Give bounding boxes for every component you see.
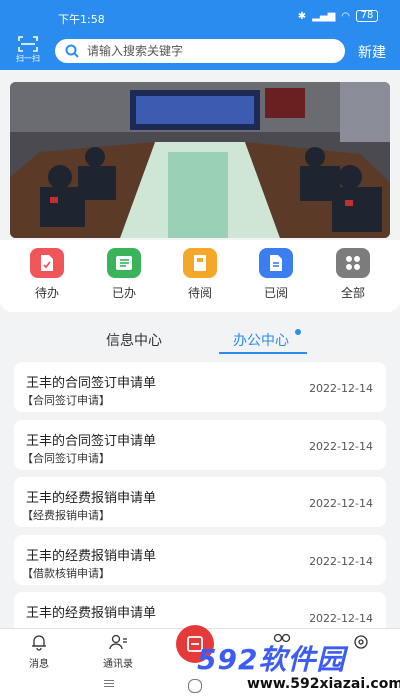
quick-item-done[interactable]: 已办 — [94, 248, 154, 301]
quick-access-bar: 待办 已办 待阅 已阅 全部 — [0, 240, 400, 312]
battery-icon: 78 — [356, 10, 378, 22]
contacts-icon — [109, 634, 127, 650]
quick-label: 待办 — [34, 286, 59, 300]
search-icon — [65, 44, 79, 58]
center-tabs: 信息中心 办公中心 — [0, 320, 400, 354]
todo-doc-icon — [30, 248, 64, 278]
item-date: 2022-12-14 — [309, 382, 373, 395]
nav-label: 通讯录 — [103, 659, 133, 670]
nav-label: 消息 — [29, 659, 49, 670]
quick-label: 已阅 — [263, 286, 288, 300]
banner-photo[interactable] — [10, 82, 390, 238]
quick-item-all[interactable]: 全部 — [323, 248, 383, 301]
watermark-url: www.592xiazai.com — [247, 676, 400, 692]
item-date: 2022-12-14 — [309, 497, 373, 510]
item-title: 王丰的合同签订申请单 — [26, 434, 157, 449]
app-header: 扫一扫 新建 — [0, 34, 400, 70]
quick-item-to-read[interactable]: 待阅 — [170, 248, 230, 301]
meeting-photo-image — [10, 82, 390, 238]
list-item[interactable]: 王丰的经费报销申请单 【经费报销申请】 2022-12-14 — [14, 477, 386, 527]
quick-label: 待阅 — [187, 286, 212, 300]
read-doc-icon — [259, 248, 293, 278]
bell-icon — [32, 635, 46, 651]
list-item[interactable]: 王丰的合同签订申请单 【合同签订申请】 2022-12-14 — [14, 362, 386, 412]
new-button[interactable]: 新建 — [358, 42, 386, 62]
grid-all-icon — [336, 248, 370, 278]
item-date: 2022-12-14 — [309, 555, 373, 568]
scan-icon — [18, 36, 38, 52]
item-title: 王丰的经费报销申请单 — [26, 606, 157, 621]
item-type: 【合同签订申请】 — [22, 452, 110, 465]
quick-item-read[interactable]: 已阅 — [246, 248, 306, 301]
item-type: 【经费报销申请】 — [22, 509, 110, 522]
signal-icon: ▂▄▆ — [312, 10, 336, 22]
item-title: 王丰的合同签订申请单 — [26, 376, 157, 391]
item-type: 【合同签订申请】 — [22, 394, 110, 407]
nav-contacts[interactable]: 通讯录 — [88, 633, 148, 670]
home-icon[interactable] — [188, 679, 202, 693]
scan-button[interactable]: 扫一扫 — [11, 36, 45, 64]
item-title: 王丰的经费报销申请单 — [26, 549, 157, 564]
scan-label: 扫一扫 — [16, 54, 40, 63]
status-time: 下午1:58 — [58, 13, 105, 26]
list-item[interactable]: 王丰的合同签订申请单 【合同签订申请】 2022-12-14 — [14, 420, 386, 470]
list-item[interactable]: 王丰的经费报销申请单 【借款核销申请】 2022-12-14 — [14, 535, 386, 585]
gear-icon — [354, 635, 368, 649]
unread-dot — [295, 329, 301, 335]
done-list-icon — [107, 248, 141, 278]
menu-icon[interactable] — [104, 683, 114, 684]
watermark-logo: 592软件园 — [197, 643, 346, 676]
nav-messages[interactable]: 消息 — [9, 633, 69, 670]
status-icons: ✱ ▂▄▆ ◠ 78 — [298, 10, 378, 22]
item-title: 王丰的经费报销申请单 — [26, 491, 157, 506]
item-date: 2022-12-14 — [309, 440, 373, 453]
item-date: 2022-12-14 — [309, 612, 373, 625]
bluetooth-icon: ✱ — [297, 10, 307, 22]
wifi-icon: ◠ — [341, 10, 350, 22]
quick-label: 全部 — [340, 286, 365, 300]
quick-item-todo[interactable]: 待办 — [17, 248, 77, 301]
to-read-book-icon — [183, 248, 217, 278]
item-type: 【借款核销申请】 — [22, 567, 110, 580]
tab-info-center[interactable]: 信息中心 — [106, 330, 162, 350]
search-bar[interactable] — [55, 39, 345, 63]
tab-office-center[interactable]: 办公中心 — [233, 330, 289, 350]
active-tab-indicator — [219, 352, 307, 354]
quick-label: 已办 — [111, 286, 136, 300]
search-input[interactable] — [87, 42, 332, 60]
status-bar: 下午1:58 ✱ ▂▄▆ ◠ 78 — [0, 0, 400, 34]
